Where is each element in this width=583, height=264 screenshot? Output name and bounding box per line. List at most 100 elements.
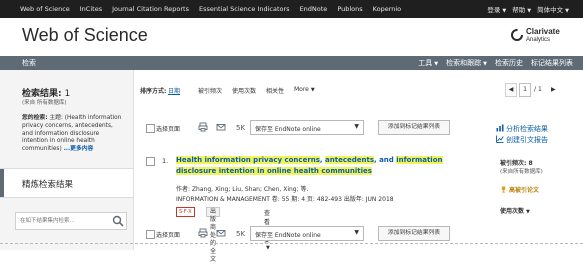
page-total-number: 1 (537, 86, 542, 93)
next-page-button[interactable]: ▶ (551, 86, 556, 93)
results-toolbar-bottom: 选择页面 5K 保存至 EndNote online ▼ 添加到标记结果列表 (142, 226, 450, 242)
refine-search-input[interactable] (20, 215, 108, 226)
export-5k-bottom[interactable]: 5K (236, 230, 245, 238)
times-cited-source: (来自所有数据库) (500, 169, 543, 175)
save-to-endnote-select[interactable]: 保存至 EndNote online ▼ (250, 120, 364, 135)
page-number-input[interactable]: 1 (519, 83, 531, 97)
language-label: 简体中文 (537, 6, 564, 14)
highly-cited-badge[interactable]: 高被引论文 (500, 185, 539, 194)
your-search: 您的检索: 主题: (Health information privacy co… (22, 115, 122, 154)
nav-link-incites[interactable]: InCites (75, 5, 107, 13)
trophy-icon (501, 186, 506, 193)
save-option-label: 保存至 EndNote online (255, 126, 321, 133)
clarivate-logo[interactable]: Clarivate Analytics (511, 26, 571, 46)
main-nav-bar: 检索 工具 ▼ 检索和跟踪 ▼ 检索历史 标记结果列表 (0, 56, 583, 70)
top-nav-bar: Web of Science InCites Journal Citation … (0, 0, 583, 18)
sort-option-more[interactable]: More ▼ (294, 86, 315, 93)
title-highlight: Health information privacy concerns (176, 156, 320, 164)
sort-option-times-cited[interactable]: 被引频次 (198, 86, 222, 95)
add-to-marked-list-button[interactable]: 添加到标记结果列表 (378, 120, 450, 135)
tab-search[interactable]: 检索 (22, 58, 36, 68)
pagination: ◀ 1 / 1 ▶ (505, 83, 569, 97)
sort-label: 排序方式: (140, 88, 167, 95)
bar-chart-icon (496, 124, 504, 132)
left-sidebar: 检索结果: 1 (来自 所有数据库) 您的检索: 主题: (Health inf… (0, 70, 134, 250)
menu-search-history[interactable]: 检索历史 (495, 58, 523, 68)
refine-search-box (15, 212, 127, 230)
clarivate-logo-icon (511, 29, 523, 41)
results-main: 排序方式: 日期 被引频次 使用次数 相关性 More ▼ ◀ 1 / 1 ▶ 选… (134, 70, 583, 263)
top-right-menu: 登录 ▼ 帮助 ▼ 简体中文 ▼ (487, 0, 583, 18)
result-record: 1. Health information privacy concerns, … (142, 152, 482, 263)
nav-link-wos[interactable]: Web of Science (0, 5, 75, 13)
menu-tools[interactable]: 工具 ▼ (418, 58, 438, 68)
times-cited[interactable]: 被引频次: 8 (500, 158, 533, 167)
menu-search-track[interactable]: 检索和跟踪 ▼ (446, 58, 487, 68)
select-page-label: 选择页面 (156, 126, 181, 133)
nav-link-kopernio[interactable]: Kopernio (368, 5, 407, 13)
sort-option-date[interactable]: 日期 (168, 86, 180, 95)
chevron-down-icon: ▼ (483, 61, 487, 67)
prev-page-button[interactable]: ◀ (505, 83, 517, 97)
email-icon[interactable] (216, 228, 226, 238)
analyze-results-link[interactable]: 分析检索结果 (496, 124, 548, 134)
sort-option-relevance[interactable]: 相关性 (266, 86, 284, 95)
record-checkbox[interactable] (146, 157, 155, 166)
usage-count-toggle[interactable]: 使用次数 ▼ (500, 206, 530, 215)
add-to-marked-list-button-bottom[interactable]: 添加到标记结果列表 (378, 226, 450, 241)
site-title[interactable]: Web of Science (22, 25, 148, 46)
refine-label: 精炼检索结果 (22, 180, 74, 190)
sort-option-usage[interactable]: 使用次数 (232, 86, 256, 95)
sfx-link-button[interactable]: S·F·X (176, 207, 195, 217)
menu-marked-list[interactable]: 标记结果列表 (531, 58, 573, 68)
export-5k[interactable]: 5K (236, 124, 245, 132)
publisher-fulltext-button[interactable]: 出版商处的全文 (206, 207, 221, 263)
more-link[interactable]: ...更多内容 (64, 146, 94, 152)
usage-label: 使用次数 (500, 208, 525, 215)
nav-link-endnote[interactable]: EndNote (295, 5, 333, 13)
logo-name: Clarivate (526, 27, 560, 36)
chevron-down-icon: ▼ (310, 87, 315, 93)
citation-report-label: 创建引文报告 (506, 136, 548, 144)
record-authors: 作者: Zhang, Xing; Liu, Shan; Chen, Xing; … (176, 186, 309, 193)
page-total: / 1 (534, 86, 542, 93)
chevron-down-icon: ▼ (526, 209, 530, 215)
email-icon[interactable] (216, 122, 226, 132)
chevron-down-icon: ▼ (354, 123, 359, 130)
search-icon[interactable] (112, 215, 124, 227)
chevron-down-icon: ▼ (266, 245, 270, 251)
print-icon[interactable] (198, 122, 208, 132)
product-links: Web of Science InCites Journal Citation … (0, 0, 406, 18)
print-icon[interactable] (198, 228, 208, 238)
query-label: 您的检索: (22, 115, 48, 121)
nav-link-publons[interactable]: Publons (332, 5, 367, 13)
line-chart-icon (496, 135, 504, 143)
chevron-down-icon: ▼ (565, 8, 569, 14)
help-label: 帮助 (512, 6, 526, 14)
language-menu[interactable]: 简体中文 ▼ (537, 4, 569, 14)
record-source: INFORMATION & MANAGEMENT 卷: 55 期: 4 页: 4… (176, 196, 394, 203)
analyze-results-label: 分析检索结果 (506, 125, 548, 133)
select-page-checkbox-bottom[interactable] (146, 230, 155, 239)
chevron-down-icon: ▼ (434, 61, 439, 67)
record-title-link[interactable]: Health information privacy concerns, ant… (176, 155, 476, 176)
chevron-down-icon: ▼ (502, 8, 507, 14)
help-menu[interactable]: 帮助 ▼ (512, 4, 531, 14)
citation-report-link[interactable]: 创建引文报告 (496, 135, 548, 145)
nav-link-jcr[interactable]: Journal Citation Reports (107, 5, 194, 13)
login-menu[interactable]: 登录 ▼ (487, 4, 506, 14)
record-index: 1. (162, 157, 169, 165)
save-option-label-bottom: 保存至 EndNote online (255, 232, 321, 239)
section-accent-bar (0, 169, 4, 197)
menu-search-track-label: 检索和跟踪 (446, 59, 482, 67)
sort-more-label: More (294, 86, 309, 93)
select-page-label-bottom: 选择页面 (156, 232, 181, 239)
chevron-down-icon: ▼ (527, 8, 532, 14)
select-page-checkbox[interactable] (146, 124, 155, 133)
nav-menu: 工具 ▼ 检索和跟踪 ▼ 检索历史 标记结果列表 (418, 58, 573, 68)
nav-link-esi[interactable]: Essential Science Indicators (194, 5, 295, 13)
logo-subtitle: Analytics (526, 37, 551, 43)
login-label: 登录 (487, 6, 501, 14)
screenshot-edge-divider (0, 243, 583, 244)
save-to-endnote-select-bottom[interactable]: 保存至 EndNote online ▼ (250, 226, 364, 241)
